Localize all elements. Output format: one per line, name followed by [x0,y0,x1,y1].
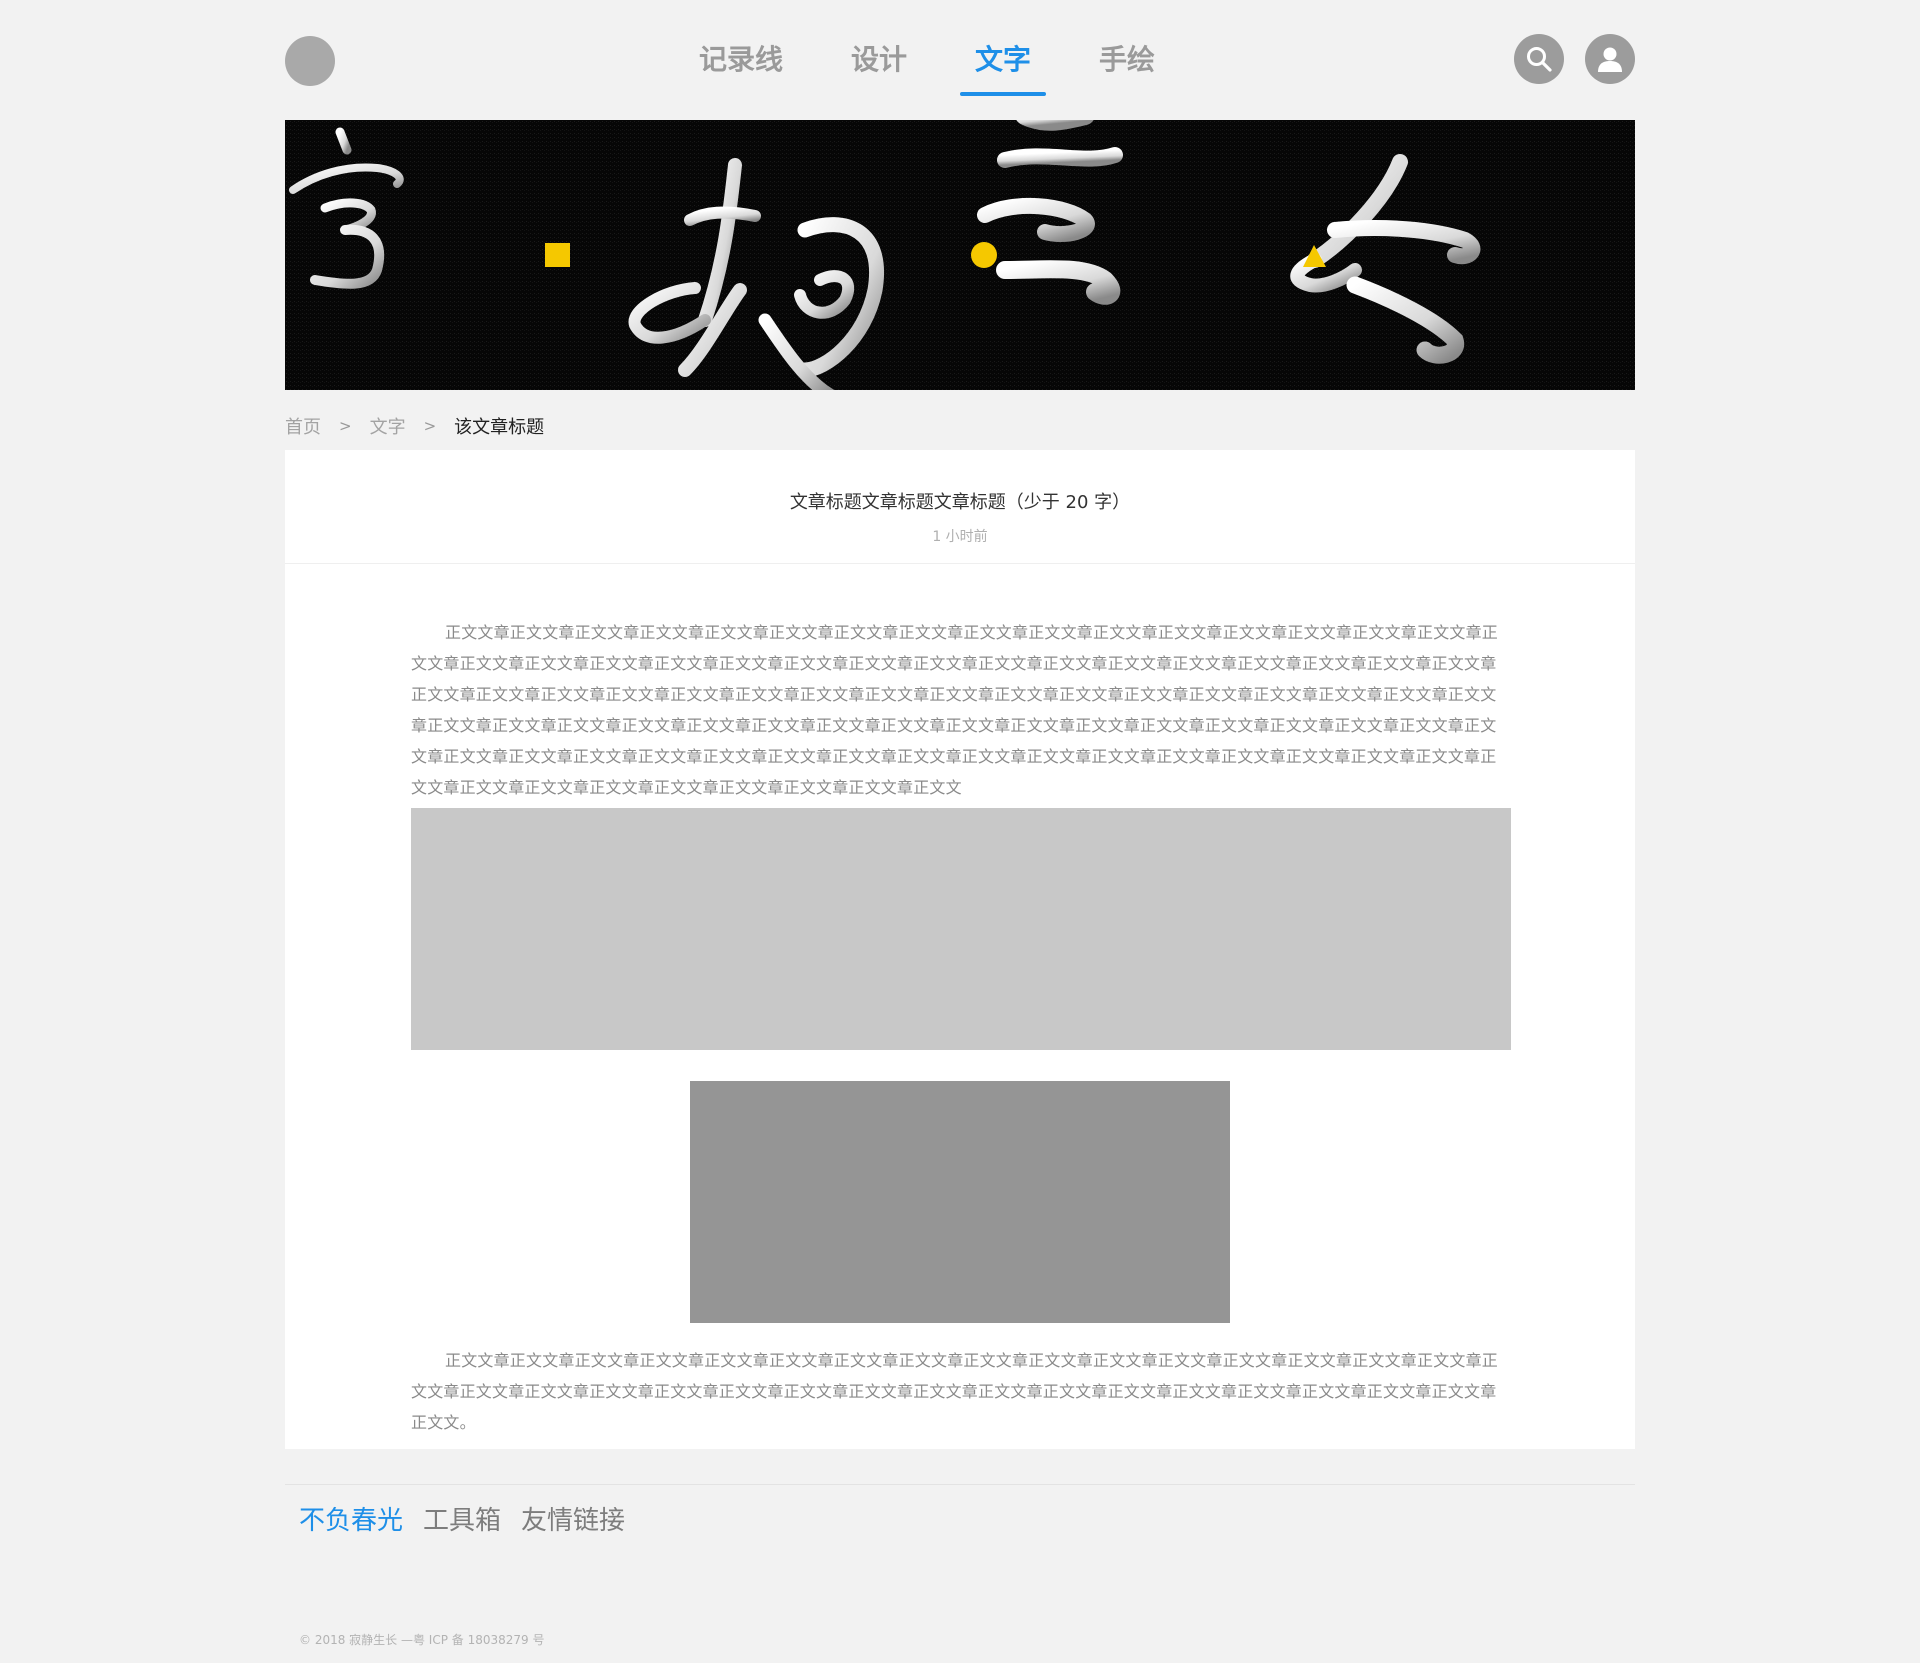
footer-divider [285,1484,1635,1485]
article-card: 文章标题文章标题文章标题（少于 20 字） 1 小时前 正文文章正文文章正文文章… [285,450,1635,1449]
header: 记录线 设计 文字 手绘 [285,30,1635,100]
yellow-square-mark [545,243,570,267]
nav-item-design[interactable]: 设计 [851,30,907,96]
logo[interactable] [285,36,335,86]
breadcrumb-home[interactable]: 首页 [285,413,321,439]
nav-item-records[interactable]: 记录线 [699,30,783,96]
footer-links: 不负春光 工具箱 友情链接 [299,1500,625,1537]
search-icon [1527,47,1552,72]
footer-link-spring[interactable]: 不负春光 [299,1500,403,1537]
user-button[interactable] [1585,34,1635,84]
article-header: 文章标题文章标题文章标题（少于 20 字） 1 小时前 [285,450,1635,564]
search-button[interactable] [1514,34,1564,84]
nav-item-writing[interactable]: 文字 [960,30,1047,96]
article-title: 文章标题文章标题文章标题（少于 20 字） [789,492,1131,513]
footer-link-toolbox[interactable]: 工具箱 [423,1500,501,1537]
article-paragraph: 正文文章正文文章正文文章正文文章正文文章正文文章正文文章正文文章正文文章正文文章… [411,623,1499,797]
article-image-placeholder [690,1081,1230,1323]
breadcrumb-separator: > [423,417,437,435]
article-time: 1 小时前 [932,529,988,545]
article-paragraph: 正文文章正文文章正文文章正文文章正文文章正文文章正文文章正文文章正文文章正文文章… [411,1351,1499,1432]
calligraphy-artwork [285,120,1635,390]
breadcrumb-current: 该文章标题 [454,417,545,438]
user-icon [1598,47,1622,72]
nav-item-drawing[interactable]: 手绘 [1099,30,1155,96]
footer-link-friends[interactable]: 友情链接 [521,1500,625,1537]
main-nav: 记录线 设计 文字 手绘 [665,30,1189,96]
breadcrumb-section[interactable]: 文字 [370,413,406,439]
copyright: © 2018 寂静生长 —粤 ICP 备 18038279 号 [299,1633,545,1647]
breadcrumb-separator: > [339,417,352,435]
yellow-dot-mark [971,242,997,268]
breadcrumb: 首页 > 文字 > 该文章标题 [285,413,544,439]
article-image-placeholder [411,808,1511,1050]
hero-banner [285,120,1635,390]
